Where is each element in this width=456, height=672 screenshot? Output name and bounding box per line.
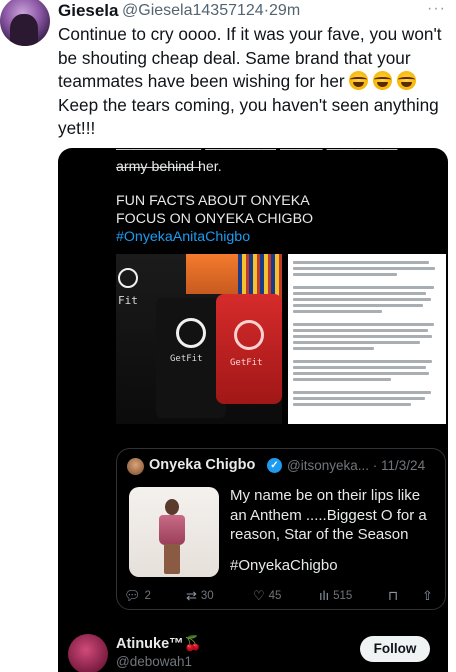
embedded-media[interactable]: Fit GetFit GetFit [116, 254, 446, 424]
reply-button[interactable]: 💬︎ 2 [124, 588, 151, 604]
suggested-user-avatar[interactable] [68, 634, 108, 672]
retweet-count: 30 [200, 590, 214, 602]
author-avatar[interactable] [0, 0, 50, 46]
face-with-tears-of-joy-icon [349, 71, 369, 91]
follow-button[interactable]: Follow [360, 636, 430, 662]
tweet-time[interactable]: 29m [269, 2, 300, 19]
brand-logo-icon [234, 320, 264, 350]
document-line [293, 292, 427, 295]
face-with-tears-of-joy-icon [396, 71, 416, 91]
text-document-image[interactable] [288, 254, 446, 424]
brand-text: GetFit [230, 358, 263, 368]
embedded-screenshot[interactable]: —————— ————— ——— ————— —————— army behin… [58, 148, 448, 672]
quoted-handle-date: @itsonyeka... · 11/3/24 [287, 458, 425, 473]
document-line [293, 391, 431, 394]
brand-logo-icon [118, 268, 138, 288]
heart-icon: ♡ [253, 588, 265, 603]
quoted-photo[interactable] [129, 487, 219, 577]
tweet-text: Continue to cry oooo. If it was your fav… [58, 23, 450, 141]
suggested-user-row: Atinuke™🍒 @debowah1 Follow [58, 626, 448, 672]
document-line [293, 372, 430, 375]
document-line [293, 347, 375, 350]
person-figure [165, 499, 179, 515]
document-line [293, 298, 431, 301]
reply-count: 2 [144, 590, 151, 602]
author-handle-time[interactable]: @Giesela14357124·29m [122, 2, 300, 20]
views-count: 515 [333, 589, 353, 602]
quoted-text: My name be on their lips like an Anthem … [230, 487, 427, 543]
tweet-text-part2: Keep the tears coming, you haven't seen … [58, 94, 439, 139]
quoted-separator: · [372, 458, 378, 473]
brand-text: GetFit [170, 354, 203, 364]
document-line [293, 378, 391, 381]
verified-badge-icon: ✓ [267, 458, 282, 473]
fun-facts-line-2: FOCUS ON ONYEKA CHIGBO [116, 211, 314, 227]
document-line [293, 310, 382, 313]
suggested-user-name[interactable]: Atinuke™🍒 [116, 635, 202, 652]
embedded-hashtag[interactable]: #OnyekaAnitaChigbo [116, 228, 250, 246]
more-horizontal-icon[interactable]: ··· [427, 0, 446, 18]
bags-photo[interactable]: Fit GetFit GetFit [116, 254, 282, 424]
brand-text: Fit [118, 294, 138, 307]
person-figure [159, 515, 185, 545]
quoted-author-avatar[interactable] [127, 458, 144, 475]
like-button[interactable]: ♡ 45 [253, 588, 281, 604]
quoted-tweet-card[interactable]: Onyeka Chigbo ✓ @itsonyeka... · 11/3/24 … [116, 448, 446, 610]
bookmark-icon: ⊓ [388, 588, 399, 603]
share-icon: ⇧ [422, 588, 433, 603]
document-line [293, 304, 424, 307]
author-name[interactable]: Giesela [58, 1, 119, 21]
suggested-user-handle[interactable]: @debowah1 [116, 654, 192, 669]
person-figure [164, 544, 180, 574]
fun-facts-line-1: FUN FACTS ABOUT ONYEKA [116, 193, 310, 209]
retweet-button[interactable]: ⇄ 30 [186, 588, 214, 604]
document-line [293, 286, 434, 289]
document-line [293, 403, 412, 406]
bookmark-button[interactable]: ⊓ [388, 588, 398, 604]
quoted-hashtag[interactable]: #OnyekaChigbo [230, 557, 338, 574]
document-line [293, 323, 434, 326]
reply-icon: 💬︎ [124, 588, 141, 603]
embedded-action-bar: 💬︎ 2 ⇄ 30 ♡ 45 ılı 515 ⊓ ⇧ [116, 588, 446, 608]
document-line [293, 329, 428, 332]
author-handle[interactable]: @Giesela14357124 [122, 2, 264, 19]
document-line [293, 273, 397, 276]
document-line [293, 267, 436, 270]
document-line [293, 261, 430, 264]
document-line [293, 360, 433, 363]
views-chart-icon: ılı [319, 588, 330, 603]
quoted-author-name[interactable]: Onyeka Chigbo [149, 457, 255, 473]
embedded-text-army: army behind her. [116, 159, 222, 175]
quoted-date[interactable]: 11/3/24 [381, 458, 425, 473]
like-count: 45 [268, 590, 282, 602]
share-button[interactable]: ⇧ [422, 588, 433, 604]
document-line [293, 366, 427, 369]
brand-logo-icon [176, 318, 206, 348]
retweet-icon: ⇄ [186, 588, 197, 603]
document-line [293, 335, 433, 338]
document-line [293, 341, 421, 344]
views-button[interactable]: ılı 515 [319, 588, 352, 603]
document-line [293, 397, 425, 400]
face-with-tears-of-joy-icon [373, 71, 393, 91]
quoted-author-handle[interactable]: @itsonyeka... [287, 458, 369, 473]
